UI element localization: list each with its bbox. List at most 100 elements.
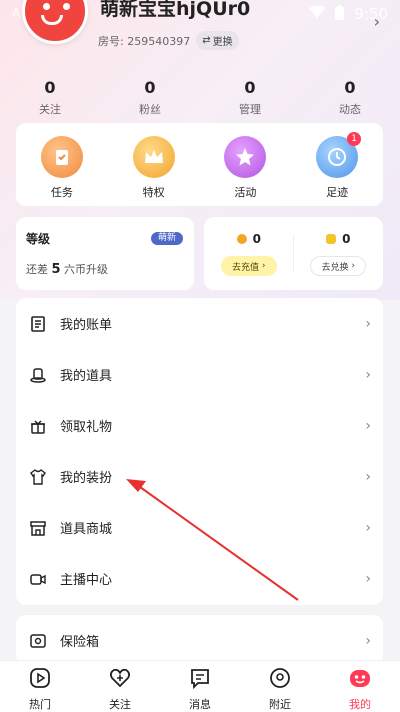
chevron-right-icon: › bbox=[365, 468, 371, 485]
avatar-mouth bbox=[41, 15, 63, 25]
coin-card: 0 去充值 › 0 去兑换 › bbox=[204, 217, 383, 290]
tab-message[interactable]: 消息 bbox=[160, 661, 240, 712]
level-badge: 萌新 bbox=[150, 232, 183, 245]
stat-fans[interactable]: 0 粉丝 bbox=[100, 78, 200, 117]
star-icon bbox=[224, 136, 267, 178]
menu-item-props[interactable]: 我的道具 › bbox=[16, 349, 383, 400]
quick-actions-card: 任务 特权 活动 1 足迹 bbox=[16, 123, 383, 206]
stat-value: 0 bbox=[344, 78, 356, 97]
menu-label: 我的装扮 bbox=[60, 471, 113, 486]
location-icon bbox=[269, 667, 291, 693]
message-icon bbox=[189, 667, 211, 693]
stat-manage[interactable]: 0 管理 bbox=[200, 78, 300, 117]
recharge-button[interactable]: 去充值 › bbox=[220, 256, 277, 276]
coin-icon bbox=[236, 234, 247, 244]
chevron-right-icon: › bbox=[365, 315, 371, 332]
quick-label: 活动 bbox=[234, 186, 257, 199]
tab-label: 我的 bbox=[349, 698, 371, 711]
quick-label: 足迹 bbox=[326, 186, 349, 199]
menu-item-anchor[interactable]: 主播中心 › bbox=[16, 553, 383, 604]
stat-value: 0 bbox=[44, 78, 56, 97]
stat-following[interactable]: 0 关注 bbox=[0, 78, 100, 117]
coin-exchange: 0 去兑换 › bbox=[294, 217, 384, 290]
switch-label: 更换 bbox=[212, 37, 233, 48]
gift-icon bbox=[30, 418, 46, 434]
level-desc-prefix: 还差 bbox=[26, 263, 48, 276]
quick-label: 任务 bbox=[50, 186, 73, 199]
menu-label: 我的账单 bbox=[60, 318, 113, 333]
stats-row: 0 关注 0 粉丝 0 管理 0 动态 bbox=[0, 78, 400, 117]
chevron-right-icon: › bbox=[365, 632, 371, 649]
clock-icon: 1 bbox=[316, 132, 362, 178]
swap-icon: ⇄ bbox=[202, 35, 211, 46]
menu-label: 保险箱 bbox=[60, 635, 100, 650]
me-icon bbox=[349, 667, 371, 693]
bottom-tab-bar: 热门 关注 消息 附近 我的 bbox=[0, 660, 400, 712]
camera-icon bbox=[30, 571, 46, 587]
tab-follow[interactable]: 关注 bbox=[80, 661, 160, 712]
quick-footprint[interactable]: 1 足迹 bbox=[291, 123, 383, 206]
chevron-right-icon: › bbox=[365, 366, 371, 383]
stat-moments[interactable]: 0 动态 bbox=[300, 78, 400, 117]
stat-value: 0 bbox=[244, 78, 256, 97]
tab-label: 消息 bbox=[189, 698, 211, 711]
switch-room-button[interactable]: ⇄ 更换 bbox=[196, 31, 239, 50]
menu-card-secondary: 保险箱 › bbox=[16, 615, 383, 665]
safe-icon bbox=[30, 633, 46, 649]
menu-card: 我的账单 › 我的道具 › 领取礼物 › 我的装扮 › 道具商城 › 主播中心 … bbox=[16, 298, 383, 605]
tab-label: 附近 bbox=[269, 698, 291, 711]
stat-label: 关注 bbox=[39, 103, 61, 116]
menu-label: 道具商城 bbox=[60, 522, 113, 537]
quick-task[interactable]: 任务 bbox=[16, 123, 108, 206]
tab-me[interactable]: 我的 bbox=[320, 661, 400, 712]
crown-icon bbox=[132, 136, 175, 178]
exchange-button[interactable]: 去兑换 › bbox=[310, 256, 367, 276]
profile-chevron-icon[interactable]: › bbox=[374, 12, 380, 31]
level-desc-value: 5 bbox=[51, 262, 61, 277]
coin-value: 0 bbox=[252, 232, 261, 246]
level-description: 还差 5 六币升级 bbox=[26, 261, 108, 277]
footprint-badge: 1 bbox=[347, 132, 362, 146]
username: 萌新宝宝hjQUr0 bbox=[100, 0, 251, 20]
stat-label: 动态 bbox=[339, 103, 361, 116]
level-desc-suffix: 六币升级 bbox=[64, 263, 109, 276]
stat-label: 粉丝 bbox=[139, 103, 161, 116]
menu-label: 领取礼物 bbox=[60, 420, 113, 435]
menu-item-bill[interactable]: 我的账单 › bbox=[16, 298, 383, 349]
play-icon bbox=[29, 667, 51, 693]
heart-plus-icon bbox=[109, 667, 131, 693]
shop-icon bbox=[30, 520, 46, 536]
menu-item-gift[interactable]: 领取礼物 › bbox=[16, 400, 383, 451]
ingot-icon bbox=[326, 234, 337, 244]
exchange-label: 去兑换 bbox=[321, 262, 349, 273]
prop-icon bbox=[30, 367, 46, 383]
chevron-right-icon: › bbox=[365, 570, 371, 587]
room-row: 房号: 259540397 ⇄ 更换 bbox=[98, 31, 239, 50]
tab-hot[interactable]: 热门 bbox=[0, 661, 80, 712]
quick-activity[interactable]: 活动 bbox=[200, 123, 292, 206]
battery-icon bbox=[335, 4, 345, 24]
room-number: 房号: 259540397 bbox=[98, 34, 191, 48]
tab-label: 热门 bbox=[29, 698, 51, 711]
level-card[interactable]: 等级 萌新 还差 5 六币升级 bbox=[16, 217, 194, 290]
chevron-right-icon: › bbox=[365, 417, 371, 434]
menu-label: 主播中心 bbox=[60, 573, 113, 588]
status-time: 9:50 bbox=[354, 5, 388, 23]
chevron-right-icon: › bbox=[365, 519, 371, 536]
menu-item-safe[interactable]: 保险箱 › bbox=[16, 615, 383, 666]
task-icon bbox=[40, 136, 83, 178]
menu-label: 我的道具 bbox=[60, 369, 113, 384]
quick-privilege[interactable]: 特权 bbox=[108, 123, 200, 206]
avatar-eye bbox=[43, 3, 50, 10]
bill-icon bbox=[30, 315, 46, 332]
stat-label: 管理 bbox=[239, 103, 261, 116]
tab-nearby[interactable]: 附近 bbox=[240, 661, 320, 712]
tshirt-icon bbox=[30, 468, 46, 485]
wifi-icon bbox=[309, 5, 326, 23]
coin-recharge: 0 去充值 › bbox=[204, 217, 294, 290]
menu-item-outfit[interactable]: 我的装扮 › bbox=[16, 451, 383, 502]
recharge-label: 去充值 bbox=[232, 262, 260, 273]
menu-item-shop[interactable]: 道具商城 › bbox=[16, 502, 383, 553]
quick-label: 特权 bbox=[142, 186, 165, 199]
stat-value: 0 bbox=[144, 78, 156, 97]
